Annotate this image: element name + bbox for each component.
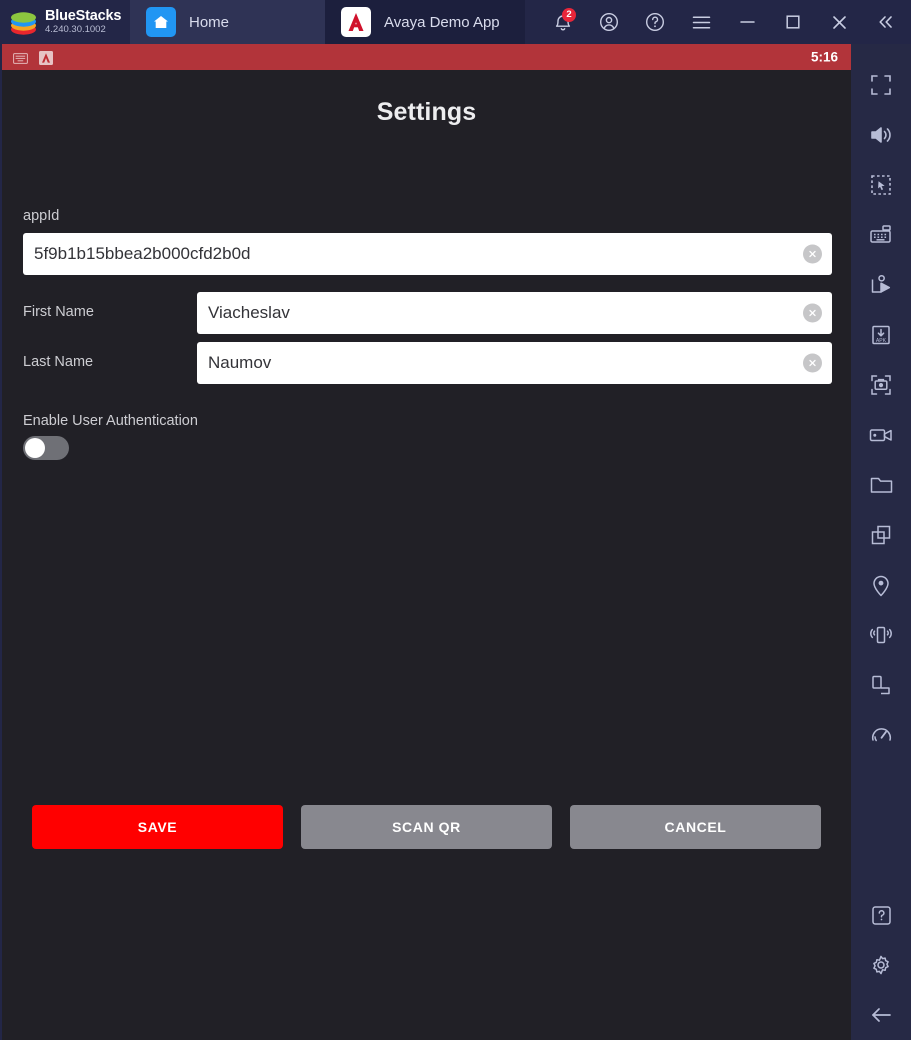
bluestacks-brand: BlueStacks 4.240.30.1002: [0, 0, 130, 44]
home-icon: [146, 7, 176, 37]
double-chevron-left-icon: [876, 14, 895, 30]
copy-windows-icon: [870, 524, 892, 546]
map-pin-icon: [871, 574, 891, 597]
avaya-app-status-icon: [39, 50, 54, 65]
help-button[interactable]: [635, 0, 675, 44]
tab-avaya-demo-app[interactable]: Avaya Demo App: [325, 0, 525, 44]
install-apk-button[interactable]: APK: [856, 310, 906, 360]
window-action-buttons: 2: [525, 0, 911, 44]
media-manager-button[interactable]: [856, 460, 906, 510]
bluestacks-window: BlueStacks 4.240.30.1002 Home Avaya Demo…: [0, 0, 911, 1040]
avaya-logo-icon: [341, 7, 371, 37]
settings-action-buttons: SAVE SCAN QR CANCEL: [2, 805, 851, 849]
keyboard-controls-button[interactable]: [856, 210, 906, 260]
speedometer-icon: [870, 724, 893, 746]
multi-select-button[interactable]: [856, 160, 906, 210]
apk-download-icon: APK: [870, 324, 892, 346]
last-name-input-value: Naumov: [208, 353, 272, 372]
fullscreen-button[interactable]: [856, 60, 906, 110]
last-name-input[interactable]: Naumov: [197, 342, 832, 384]
svg-text:APK: APK: [876, 338, 887, 344]
bluestacks-logo-icon: [9, 8, 38, 37]
close-x-icon: [831, 14, 848, 31]
window-body: 5:16 Settings appId 5f9b1b15bbea2b000cfd…: [0, 44, 911, 1040]
appid-label: appId: [23, 208, 60, 224]
game-controls-button[interactable]: [856, 260, 906, 310]
enable-user-authentication-toggle[interactable]: [23, 436, 69, 460]
minimize-button[interactable]: [727, 0, 767, 44]
keyboard-icon: [869, 225, 893, 245]
gamepad-play-icon: [870, 274, 892, 296]
brand-version: 4.240.30.1002: [45, 24, 106, 36]
last-name-label: Last Name: [23, 354, 94, 370]
first-name-label: First Name: [23, 304, 94, 320]
marquee-cursor-icon: [870, 174, 892, 196]
account-button[interactable]: [589, 0, 629, 44]
first-name-input-value: Viacheslav: [208, 303, 290, 322]
cancel-button[interactable]: CANCEL: [570, 805, 821, 849]
tab-home[interactable]: Home: [130, 0, 325, 44]
tab-avaya-label: Avaya Demo App: [384, 13, 500, 31]
status-bar-clock: 5:16: [810, 49, 838, 65]
last-name-clear-icon[interactable]: [803, 353, 822, 373]
record-screen-button[interactable]: [856, 410, 906, 460]
question-box-icon: [871, 905, 892, 926]
bluestacks-toolbar-sidebar: APK: [851, 44, 911, 1040]
question-circle-icon: [645, 12, 665, 32]
notifications-button[interactable]: 2: [543, 0, 583, 44]
window-titlebar: BlueStacks 4.240.30.1002 Home Avaya Demo…: [0, 0, 911, 44]
enable-user-authentication-label: Enable User Authentication: [23, 413, 198, 429]
performance-button[interactable]: [856, 710, 906, 760]
location-button[interactable]: [856, 560, 906, 610]
help-button-sidebar[interactable]: [856, 890, 906, 940]
volume-button[interactable]: [856, 110, 906, 160]
shake-phone-icon: [869, 624, 893, 646]
arrow-left-icon: [869, 1005, 893, 1025]
hamburger-menu-icon: [692, 15, 711, 30]
menu-button[interactable]: [681, 0, 721, 44]
video-camera-icon: [869, 426, 893, 444]
maximize-button[interactable]: [773, 0, 813, 44]
first-name-clear-icon[interactable]: [803, 303, 822, 323]
maximize-square-icon: [785, 14, 801, 30]
first-name-input[interactable]: Viacheslav: [197, 292, 832, 334]
rotate-button[interactable]: [856, 660, 906, 710]
fullscreen-icon: [870, 74, 892, 96]
settings-button[interactable]: [856, 940, 906, 990]
collapse-sidebar-button[interactable]: [865, 0, 905, 44]
tab-home-label: Home: [189, 13, 230, 31]
gear-icon: [870, 954, 892, 976]
android-status-bar: 5:16: [2, 44, 851, 70]
shake-button[interactable]: [856, 610, 906, 660]
folder-icon: [870, 475, 893, 495]
user-circle-icon: [599, 12, 619, 32]
scan-qr-button[interactable]: SCAN QR: [301, 805, 552, 849]
back-button[interactable]: [856, 990, 906, 1040]
appid-input-value: 5f9b1b15bbea2b000cfd2b0d: [34, 244, 251, 263]
notification-badge: 2: [562, 8, 576, 22]
settings-screen: Settings appId 5f9b1b15bbea2b000cfd2b0d …: [2, 70, 851, 1040]
page-title: Settings: [376, 98, 477, 126]
appid-input[interactable]: 5f9b1b15bbea2b000cfd2b0d: [23, 233, 832, 275]
rotate-screen-icon: [870, 674, 892, 696]
camera-frame-icon: [870, 374, 892, 396]
brand-name: BlueStacks: [45, 7, 122, 24]
close-button[interactable]: [819, 0, 859, 44]
save-button[interactable]: SAVE: [32, 805, 283, 849]
toggle-knob: [25, 438, 45, 458]
volume-icon: [869, 124, 893, 146]
android-emulator-screen: 5:16 Settings appId 5f9b1b15bbea2b000cfd…: [0, 44, 851, 1040]
multi-instance-button[interactable]: [856, 510, 906, 560]
keyboard-status-icon: [13, 51, 28, 64]
appid-clear-icon[interactable]: [803, 244, 822, 264]
screenshot-button[interactable]: [856, 360, 906, 410]
minimize-icon: [739, 15, 756, 29]
